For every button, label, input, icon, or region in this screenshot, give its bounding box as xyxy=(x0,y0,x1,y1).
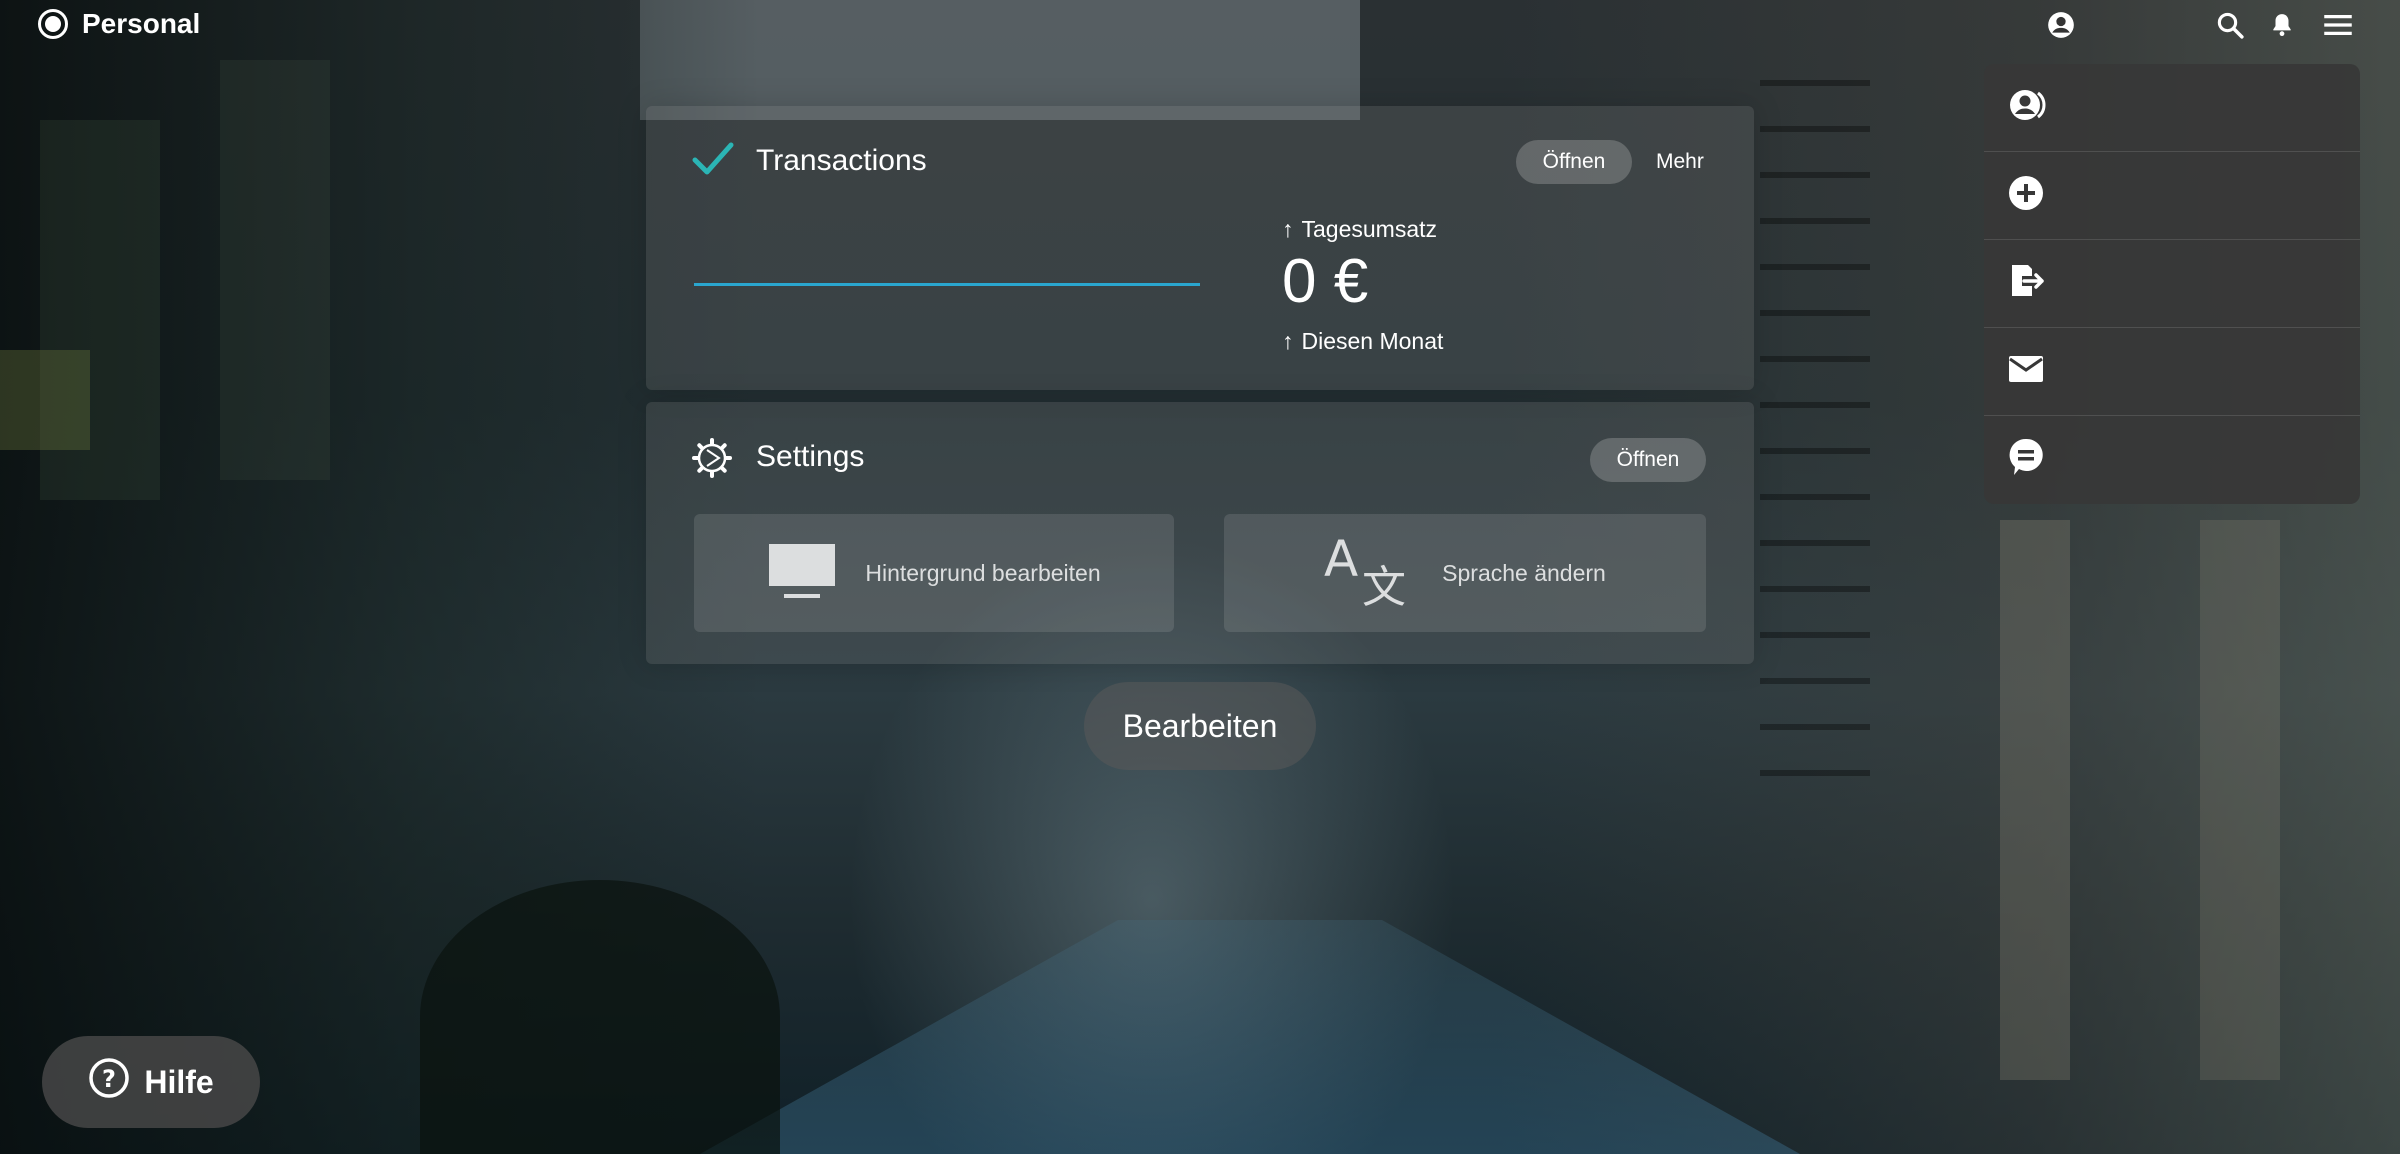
tile-edit-background[interactable]: Hintergrund bearbeiten xyxy=(694,514,1174,632)
transactions-more-button[interactable]: Mehr xyxy=(1656,150,1704,174)
menu-item-mail[interactable] xyxy=(1984,328,2360,416)
background-street xyxy=(700,920,1800,1154)
search-icon[interactable] xyxy=(2214,9,2246,41)
tile-edit-background-label: Hintergrund bearbeiten xyxy=(865,559,1101,586)
menu-item-add[interactable] xyxy=(1984,152,2360,240)
transactions-open-button[interactable]: Öffnen xyxy=(1516,140,1632,184)
arrow-up-icon: ↑ xyxy=(1282,216,1294,242)
background-sign xyxy=(0,350,90,450)
bell-icon[interactable] xyxy=(2266,9,2298,41)
settings-open-button[interactable]: Öffnen xyxy=(1590,438,1706,482)
help-icon: ? xyxy=(88,1057,130,1107)
brand-logo-icon xyxy=(38,9,68,39)
menu-icon[interactable] xyxy=(2322,9,2354,41)
this-month-label: ↑ Diesen Monat xyxy=(1282,328,1443,355)
svg-text:?: ? xyxy=(102,1065,116,1093)
svg-text:文: 文 xyxy=(1362,562,1406,606)
account-dropdown-menu xyxy=(1984,64,2360,504)
help-button[interactable]: ? Hilfe xyxy=(42,1036,260,1128)
arrow-up-icon: ↑ xyxy=(1282,328,1294,354)
gear-icon xyxy=(692,438,732,483)
menu-item-switch-account[interactable] xyxy=(1984,64,2360,152)
help-label: Hilfe xyxy=(144,1063,214,1100)
settings-title: Settings xyxy=(756,440,865,473)
account-icon[interactable] xyxy=(2045,9,2077,41)
tile-change-language[interactable]: A 文 Sprache ändern xyxy=(1224,514,1706,632)
feedback-icon xyxy=(2008,437,2044,482)
mail-icon xyxy=(2008,355,2044,388)
top-bar: Personal xyxy=(0,0,2400,52)
tile-change-language-label: Sprache ändern xyxy=(1442,559,1606,586)
background-tree xyxy=(420,880,780,1154)
turnover-value: 0 € xyxy=(1282,247,1369,316)
this-month-text: Diesen Monat xyxy=(1301,328,1444,354)
background-window xyxy=(220,60,330,480)
daily-turnover-text: Tagesumsatz xyxy=(1301,216,1438,242)
background-window xyxy=(40,120,160,500)
daily-turnover-label: ↑ Tagesumsatz xyxy=(1282,216,1437,243)
brand-name: Personal xyxy=(82,8,201,39)
add-circle-icon xyxy=(2008,175,2044,216)
check-icon xyxy=(692,142,734,181)
svg-text:A: A xyxy=(1324,536,1358,588)
transactions-panel: Transactions Öffnen Mehr ↑ Tagesumsatz 0… xyxy=(646,106,1754,390)
menu-item-logout[interactable] xyxy=(1984,240,2360,328)
edit-button[interactable]: Bearbeiten xyxy=(1084,682,1316,770)
translate-icon: A 文 xyxy=(1324,530,1414,613)
background-fire-escape xyxy=(1760,80,1870,780)
background-column xyxy=(2200,520,2280,1080)
monitor-icon xyxy=(767,542,837,605)
switch-account-icon xyxy=(2008,87,2050,128)
transactions-title: Transactions xyxy=(756,144,927,177)
transactions-chart-line xyxy=(694,283,1200,286)
brand[interactable]: Personal xyxy=(38,8,200,40)
settings-panel: Settings Öffnen Hintergrund bearbeiten A… xyxy=(646,402,1754,664)
logout-icon xyxy=(2008,262,2048,305)
background-column xyxy=(2000,520,2070,1080)
menu-item-feedback[interactable] xyxy=(1984,416,2360,503)
